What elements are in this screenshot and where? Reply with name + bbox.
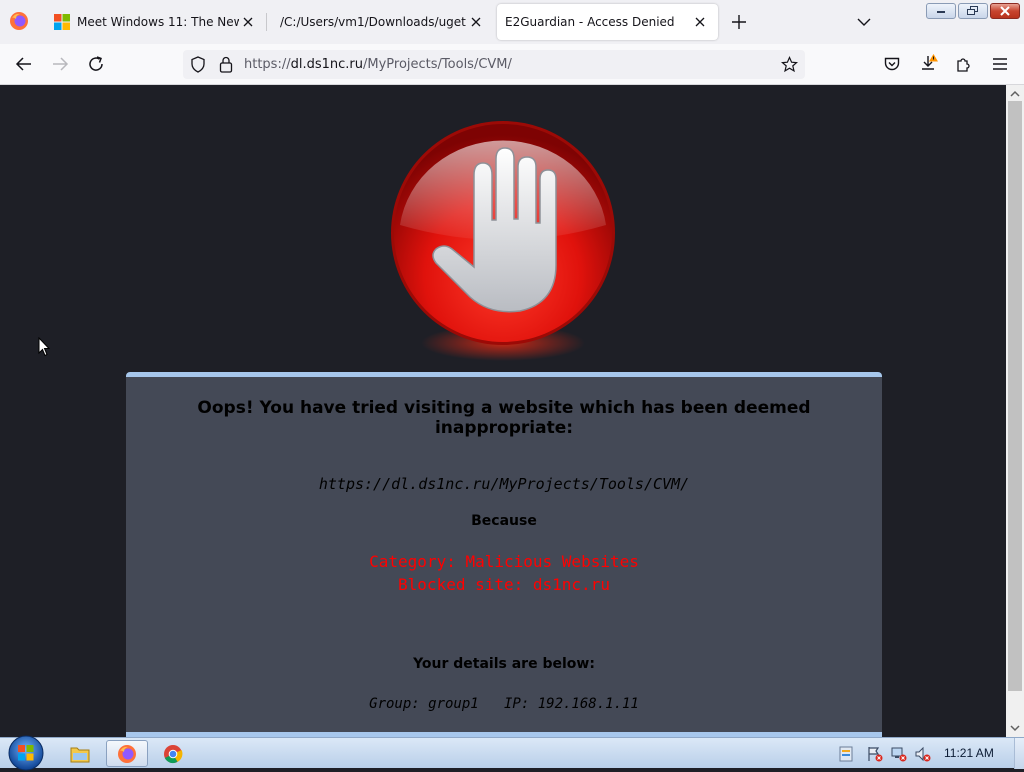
forward-arrow-icon[interactable]: [51, 55, 69, 73]
tab-separator: [266, 13, 267, 31]
taskbar-explorer[interactable]: [59, 740, 101, 767]
show-desktop-button[interactable]: [1014, 738, 1024, 769]
block-category: Category: Malicious Websites: [369, 552, 639, 571]
close-tab-icon[interactable]: [692, 14, 708, 30]
stop-hand-icon: [391, 121, 615, 361]
denied-headline: Oops! You have tried visiting a website …: [197, 398, 811, 438]
shield-icon[interactable]: [190, 56, 206, 73]
url-host: dl.ds1nc.ru: [290, 57, 364, 72]
volume-muted-icon[interactable]: [915, 746, 931, 762]
folder-icon: [70, 747, 90, 762]
firefox-icon: [118, 744, 136, 763]
downloads-icon[interactable]: [919, 53, 939, 73]
because-label: Because: [471, 513, 537, 529]
back-arrow-icon[interactable]: [15, 55, 33, 73]
network-icon[interactable]: [891, 746, 907, 762]
tab-title: E2Guardian - Access Denied: [505, 15, 675, 29]
reload-icon[interactable]: [87, 55, 105, 73]
bookmark-star-icon[interactable]: [781, 56, 798, 73]
blocked-url: https://dl.ds1nc.ru/MyProjects/Tools/CVM…: [318, 475, 690, 493]
url-path: /MyProjects/Tools/CVM/: [363, 57, 512, 72]
chevron-down-icon[interactable]: [856, 14, 872, 30]
tab-strip: Meet Windows 11: The Newest /C:/Users/vm…: [0, 0, 1024, 44]
tab-title: /C:/Users/vm1/Downloads/uget-2.2: [280, 15, 466, 29]
navigation-toolbar: https://dl.ds1nc.ru/MyProjects/Tools/CVM…: [0, 44, 1024, 85]
details-heading: Your details are below:: [413, 656, 595, 672]
taskbar-firefox[interactable]: [106, 740, 148, 767]
close-icon: [1000, 6, 1010, 16]
address-bar[interactable]: https://dl.ds1nc.ru/MyProjects/Tools/CVM…: [183, 50, 805, 79]
restore-icon: [967, 6, 978, 15]
chrome-icon: [164, 744, 183, 763]
tray-app-icon[interactable]: [838, 746, 854, 762]
scrollbar-thumb[interactable]: [1008, 101, 1022, 691]
firefox-menu-icon[interactable]: [9, 11, 29, 31]
windows-taskbar: 11:21 AM: [0, 735, 1024, 771]
pocket-icon[interactable]: [883, 55, 901, 73]
scroll-up-arrow-icon[interactable]: [1010, 89, 1020, 99]
mouse-pointer-icon: [38, 337, 50, 357]
taskbar-clock[interactable]: 11:21 AM: [944, 746, 994, 760]
restore-button[interactable]: [958, 3, 988, 19]
new-tab-plus-icon[interactable]: [730, 13, 748, 31]
url-text[interactable]: https://dl.ds1nc.ru/MyProjects/Tools/CVM…: [244, 57, 512, 72]
scroll-down-arrow-icon[interactable]: [1010, 723, 1020, 733]
tab-title: Meet Windows 11: The Newest: [77, 15, 239, 29]
tab-local-file[interactable]: /C:/Users/vm1/Downloads/uget-2.2: [268, 4, 494, 40]
page-content: Oops! You have tried visiting a website …: [0, 85, 1006, 737]
url-scheme: https://: [244, 57, 291, 72]
user-details: Group: group1 IP: 192.168.1.11: [369, 696, 639, 712]
close-window-button[interactable]: [990, 3, 1020, 19]
tab-meet-windows-11[interactable]: Meet Windows 11: The Newest: [44, 4, 266, 40]
tab-access-denied[interactable]: E2Guardian - Access Denied: [497, 4, 718, 40]
minimize-icon: [937, 11, 945, 13]
hamburger-menu-icon[interactable]: [991, 55, 1009, 73]
extensions-puzzle-icon[interactable]: [955, 55, 973, 73]
action-center-flag-icon[interactable]: [867, 746, 883, 762]
close-tab-icon[interactable]: [468, 14, 484, 30]
vertical-scrollbar[interactable]: [1006, 85, 1024, 737]
minimize-button[interactable]: [926, 3, 956, 19]
start-button-icon[interactable]: [7, 734, 45, 772]
close-tab-icon[interactable]: [240, 14, 256, 30]
windows-logo-icon: [54, 14, 70, 30]
blocked-site: Blocked site: ds1nc.ru: [398, 575, 610, 594]
taskbar-chrome[interactable]: [152, 740, 194, 767]
access-denied-panel: Oops! You have tried visiting a website …: [126, 372, 882, 737]
lock-icon[interactable]: [219, 56, 233, 73]
